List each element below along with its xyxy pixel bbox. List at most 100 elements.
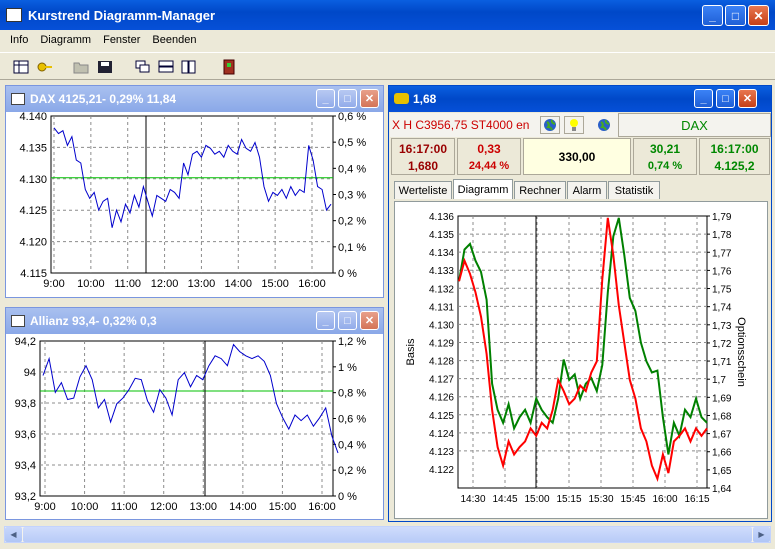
series-line-1 [458, 217, 708, 482]
option-maximize-button[interactable]: □ [716, 89, 735, 108]
x-tick-label: 12:00 [150, 501, 178, 513]
y-tick-label: 94,2 [15, 336, 36, 348]
quote-change-right: 30,21 0,74 % [633, 138, 697, 175]
maximize-button[interactable]: □ [725, 5, 746, 26]
tab-statistik[interactable]: Statistik [608, 181, 660, 199]
y-tick-label: 4.130 [429, 320, 454, 331]
x-tick-label: 15:45 [620, 494, 645, 505]
y2-tick-label: 0 % [338, 491, 357, 503]
open-folder-icon[interactable] [70, 57, 92, 77]
tile-vertical-icon[interactable] [178, 57, 200, 77]
x-tick-label: 15:00 [269, 501, 297, 513]
x-tick-label: 10:00 [77, 278, 105, 290]
x-tick-label: 10:00 [71, 501, 99, 513]
y-tick-label: 4.136 [429, 212, 454, 223]
tab-werteliste[interactable]: Werteliste [394, 181, 452, 199]
option-header-strip: X H C3956,75 ST4000 en DAX [390, 113, 771, 137]
y-tick-label: 4.125 [429, 411, 454, 422]
quote-time-left: 16:17:00 [398, 142, 448, 156]
option-close-button[interactable]: ✕ [738, 89, 757, 108]
quote-time-price-right: 16:17:00 4.125,2 [699, 138, 770, 175]
quote-change-pct-right: 0,74 % [647, 160, 683, 172]
x-tick-label: 14:00 [225, 278, 253, 290]
allianz-maximize-button[interactable]: □ [338, 311, 357, 330]
key-icon[interactable] [34, 57, 56, 77]
quote-change-left: 0,33 24,44 % [457, 138, 521, 175]
y-tick-label: 93,6 [15, 429, 36, 441]
allianz-close-button[interactable]: ✕ [360, 311, 379, 330]
y2-tick-label: 1,2 % [338, 336, 366, 348]
y2-tick-label: 0,5 % [338, 137, 366, 149]
lightbulb-icon[interactable] [564, 116, 584, 134]
x-tick-label: 13:00 [190, 501, 218, 513]
dax-window-title-bar: DAX 4125,21- 0,29% 11,84 _ □ ✕ [6, 86, 383, 112]
y-axis-label: Basis [405, 338, 417, 365]
menu-info[interactable]: Info [4, 34, 34, 46]
app-title: Kurstrend Diagramm-Manager [28, 8, 216, 23]
save-disk-icon[interactable] [94, 57, 116, 77]
option-minimize-button[interactable]: _ [694, 89, 713, 108]
dax-minimize-button[interactable]: _ [316, 89, 335, 108]
scroll-left-arrow[interactable]: ◀ [5, 527, 22, 542]
x-tick-label: 16:00 [308, 501, 336, 513]
y2-tick-label: 1,65 [712, 466, 732, 477]
y-tick-label: 4.134 [429, 248, 454, 259]
y2-tick-label: 0,2 % [338, 216, 366, 228]
y-tick-label: 4.124 [429, 429, 454, 440]
y2-tick-label: 0,1 % [338, 242, 366, 254]
y2-tick-label: 1,74 [712, 303, 732, 314]
scroll-right-arrow[interactable]: ▶ [753, 527, 770, 542]
close-button[interactable]: ✕ [748, 5, 769, 26]
y2-tick-label: 0,3 % [338, 190, 366, 202]
dax-chart-window[interactable]: DAX 4125,21- 0,29% 11,84 _ □ ✕ 4.140 4.13… [5, 85, 384, 298]
y2-tick-label: 1,71 [712, 357, 732, 368]
y2-tick-label: 1,72 [712, 339, 732, 350]
menu-diagramm[interactable]: Diagramm [34, 34, 97, 46]
quote-strike-value: 330,00 [558, 150, 596, 164]
tab-rechner[interactable]: Rechner [514, 181, 566, 199]
y2-tick-label: 1,68 [712, 411, 732, 422]
y2-axis-label: Optionsschein [735, 317, 747, 387]
scroll-thumb[interactable] [23, 527, 752, 542]
tab-alarm[interactable]: Alarm [567, 181, 607, 199]
chart-window-icon [11, 315, 25, 327]
y2-tick-label: 1,78 [712, 230, 732, 241]
y-tick-label: 4.128 [429, 357, 454, 368]
y-tick-label: 94 [24, 367, 36, 379]
minimize-button[interactable]: _ [702, 5, 723, 26]
y2-tick-label: 1,73 [712, 321, 732, 332]
dax-window-title: DAX 4125,21- 0,29% 11,84 [30, 92, 177, 106]
chart-window-icon [11, 93, 25, 105]
allianz-minimize-button[interactable]: _ [316, 311, 335, 330]
horizontal-scrollbar[interactable]: ◀ ▶ [4, 526, 771, 543]
plot-frame [39, 340, 334, 497]
tile-horizontal-icon[interactable] [155, 57, 177, 77]
quote-time-price-left: 16:17:00 1,680 [391, 138, 455, 175]
x-tick-label: 11:00 [114, 278, 141, 290]
menu-fenster[interactable]: Fenster [97, 34, 146, 46]
menu-beenden[interactable]: Beenden [146, 34, 202, 46]
tab-diagramm[interactable]: Diagramm [453, 179, 513, 199]
option-ticker: X H C3956,75 ST4000 en [392, 118, 530, 132]
cascade-windows-icon[interactable] [132, 57, 154, 77]
allianz-chart-window[interactable]: Allianz 93,4- 0,32% 0,3 _ □ ✕ 94,2 94 93,8… [5, 307, 384, 520]
dax-close-button[interactable]: ✕ [360, 89, 379, 108]
dax-maximize-button[interactable]: □ [338, 89, 357, 108]
option-window[interactable]: 1,68 _ □ ✕ X H C3956,75 ST4000 en DAX 16… [388, 85, 772, 522]
y-tick-label: 4.127 [429, 375, 454, 386]
quote-change-pct: 24,44 % [468, 160, 510, 172]
table-icon[interactable] [10, 57, 32, 77]
x-tick-label: 14:30 [460, 494, 485, 505]
y-tick-label: 4.125 [19, 205, 47, 217]
globe-icon-2[interactable] [594, 116, 614, 134]
y2-tick-label: 1,7 [712, 375, 726, 386]
money-icon [394, 93, 409, 104]
quote-price-left: 1,680 [407, 159, 439, 173]
exit-door-icon[interactable] [218, 57, 240, 77]
allianz-window-title-bar: Allianz 93,4- 0,32% 0,3 _ □ ✕ [6, 308, 383, 334]
y-tick-label: 4.129 [429, 339, 454, 350]
y-tick-label: 4.120 [19, 237, 47, 249]
x-tick-label: 16:00 [298, 278, 326, 290]
y-tick-label: 4.123 [429, 447, 454, 458]
globe-icon[interactable] [540, 116, 560, 134]
